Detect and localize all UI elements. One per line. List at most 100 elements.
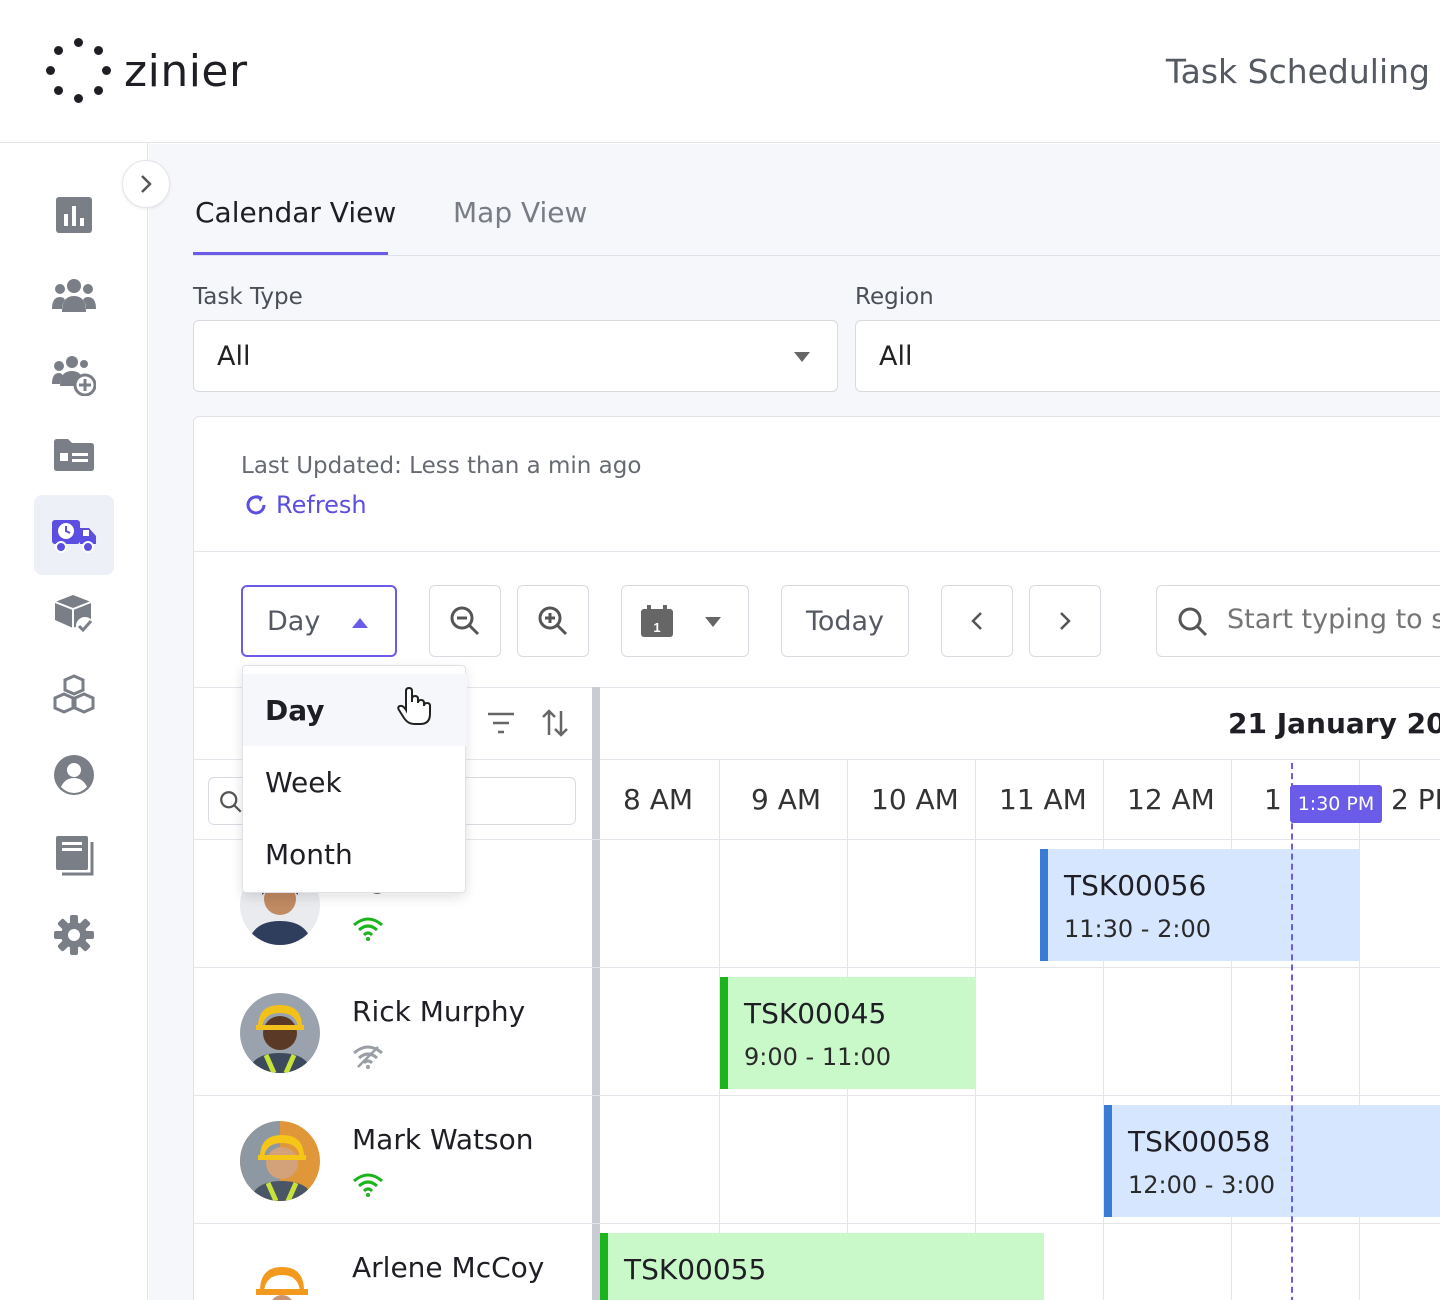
today-button[interactable]: Today: [781, 585, 909, 657]
grid-column-line: [1359, 759, 1360, 1300]
sidebar-item-dashboard[interactable]: [34, 175, 114, 255]
wifi-offline-icon: [353, 1045, 383, 1069]
region-select[interactable]: All: [855, 320, 1440, 392]
zinier-logo-icon: [46, 38, 112, 104]
sidebar: [0, 143, 148, 1300]
sidebar-item-scheduling[interactable]: [34, 495, 114, 575]
dropdown-option-week[interactable]: Week: [243, 746, 467, 818]
view-mode-dropdown: Day Week Month: [242, 665, 467, 893]
avatar: [240, 1121, 320, 1201]
card-divider: [194, 551, 1440, 552]
sidebar-item-settings[interactable]: [34, 895, 114, 975]
sidebar-item-add-team[interactable]: [34, 335, 114, 415]
last-updated-text: Last Updated: Less than a min ago: [241, 453, 642, 479]
hour-label: 1: [1264, 783, 1282, 816]
dropdown-option-month[interactable]: Month: [243, 818, 467, 890]
hour-label: 8 AM: [623, 783, 694, 816]
task-time: 11:30 - 2:00: [1064, 915, 1211, 943]
view-tabs: Calendar View Map View: [193, 144, 1440, 256]
date-picker-button[interactable]: 1: [621, 585, 749, 657]
refresh-icon: [246, 495, 266, 515]
grid-row-line: [194, 1095, 1440, 1096]
brand-logo[interactable]: zinier: [46, 38, 248, 104]
folder-card-icon: [54, 439, 94, 471]
task-id: TSK00058: [1128, 1125, 1271, 1158]
chevron-left-icon: [971, 612, 982, 630]
sidebar-item-library[interactable]: [34, 815, 114, 895]
hour-label: 2 PM: [1391, 783, 1440, 816]
task-search-box[interactable]: [1156, 585, 1440, 657]
current-time-badge: 1:30 PM: [1290, 785, 1382, 823]
active-tab-indicator: [193, 252, 388, 255]
sidebar-item-profile[interactable]: [34, 735, 114, 815]
hour-header-border: [600, 759, 1440, 760]
tab-calendar-view[interactable]: Calendar View: [195, 196, 396, 229]
zoom-out-button[interactable]: [429, 585, 501, 657]
user-circle-icon: [54, 755, 94, 795]
box-check-icon: [54, 595, 94, 635]
task-block[interactable]: TSK00058 12:00 - 3:00: [1104, 1105, 1440, 1217]
bar-chart-icon: [56, 197, 92, 233]
sidebar-item-inventory[interactable]: [34, 575, 114, 655]
resource-column-divider[interactable]: [592, 687, 600, 1300]
task-block[interactable]: TSK00055: [600, 1233, 1044, 1300]
hour-label: 12 AM: [1127, 783, 1215, 816]
chevron-right-icon: [1060, 612, 1071, 630]
search-icon: [1178, 607, 1208, 637]
search-icon: [220, 791, 242, 813]
hand-cursor-icon: [397, 686, 431, 725]
task-id: TSK00045: [744, 997, 887, 1030]
view-mode-select[interactable]: Day: [241, 585, 397, 657]
task-id: TSK00055: [624, 1253, 767, 1286]
tab-map-view[interactable]: Map View: [453, 196, 587, 229]
grid-row-line: [194, 1223, 1440, 1224]
boxes-icon: [53, 674, 95, 714]
task-id: TSK00056: [1064, 869, 1207, 902]
region-value: All: [879, 341, 913, 372]
sort-icon[interactable]: [540, 707, 570, 739]
truck-clock-icon: [52, 520, 96, 553]
filter-icon[interactable]: [486, 711, 516, 735]
grid-column-line: [1103, 759, 1104, 1300]
gear-icon: [54, 915, 94, 955]
view-mode-value: Day: [267, 605, 321, 637]
hour-label: 10 AM: [871, 783, 959, 816]
resource-name: Mark Watson: [352, 1123, 534, 1156]
previous-button[interactable]: [941, 585, 1013, 657]
task-type-value: All: [217, 341, 251, 372]
brand-name: zinier: [124, 45, 248, 97]
current-time-line: [1291, 763, 1293, 1300]
grid-column-line: [1231, 759, 1232, 1300]
task-type-label: Task Type: [193, 284, 303, 310]
next-button[interactable]: [1029, 585, 1101, 657]
zoom-out-icon: [450, 606, 480, 636]
avatar: [240, 1249, 320, 1300]
dropdown-option-day[interactable]: Day: [243, 674, 467, 746]
task-block[interactable]: TSK00045 9:00 - 11:00: [720, 977, 976, 1089]
sidebar-expand-button[interactable]: [122, 160, 170, 208]
resource-name: Rick Murphy: [352, 995, 526, 1028]
refresh-label: Refresh: [276, 491, 367, 519]
add-team-icon: [52, 356, 96, 396]
refresh-button[interactable]: Refresh: [244, 491, 367, 519]
task-type-select[interactable]: All: [193, 320, 838, 392]
sidebar-item-teams[interactable]: [34, 255, 114, 335]
page-title: Task Scheduling: [1165, 52, 1430, 91]
book-icon: [56, 836, 94, 876]
region-label: Region: [855, 284, 934, 310]
grid-row-line: [194, 967, 1440, 968]
task-time: 9:00 - 11:00: [744, 1043, 891, 1071]
resource-name: Arlene McCoy: [352, 1251, 545, 1284]
task-block[interactable]: TSK00056 11:30 - 2:00: [1040, 849, 1360, 961]
team-icon: [52, 279, 96, 312]
calendar-icon: 1: [641, 605, 673, 637]
sidebar-item-records[interactable]: [34, 415, 114, 495]
wifi-online-icon: [353, 1173, 383, 1197]
task-search-input[interactable]: [1227, 604, 1440, 635]
sidebar-item-assets[interactable]: [34, 655, 114, 735]
zoom-in-button[interactable]: [517, 585, 589, 657]
caret-up-icon: [352, 618, 368, 628]
avatar: [240, 993, 320, 1073]
caret-down-icon: [794, 352, 810, 362]
chevron-right-icon: [141, 175, 152, 193]
